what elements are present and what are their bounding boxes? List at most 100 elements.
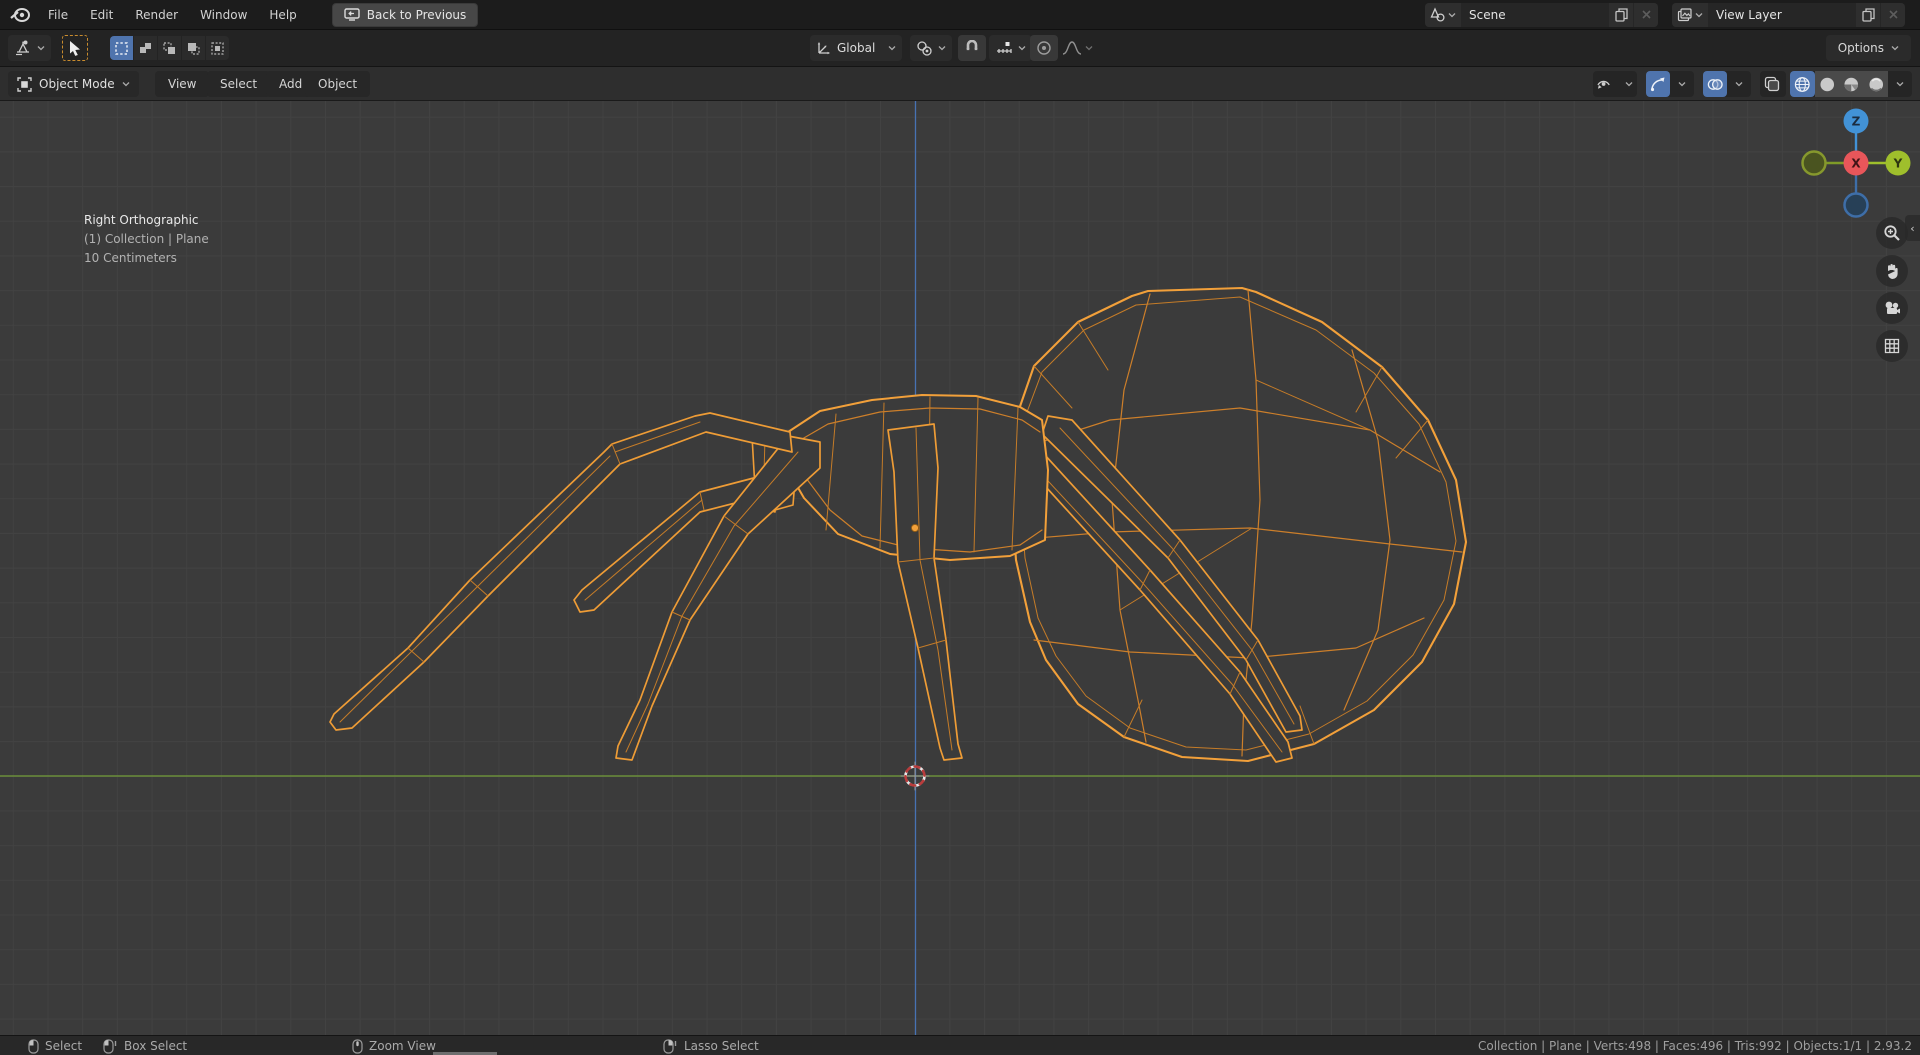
visibility-eye-icon xyxy=(1597,80,1610,89)
select-mode-subtract-button[interactable] xyxy=(158,36,181,60)
gizmo-neg-y-axis-ball[interactable] xyxy=(1801,150,1827,176)
gizmos-toggle-group[interactable] xyxy=(1646,71,1694,97)
falloff-curve-icon xyxy=(1062,41,1082,55)
object-mode-icon xyxy=(17,76,32,92)
viewport-3d[interactable]: Right Orthographic (1) Collection | Plan… xyxy=(0,101,1920,1035)
wireframe-shading-icon xyxy=(1794,76,1810,92)
chevron-down-icon xyxy=(37,46,45,51)
chevron-down-icon xyxy=(1018,46,1026,51)
scene-selector[interactable]: Scene xyxy=(1425,2,1658,27)
gizmo-neg-z-axis-ball[interactable] xyxy=(1843,192,1869,218)
scene-copy-button[interactable] xyxy=(1609,2,1633,27)
snap-increment-icon xyxy=(997,42,1012,53)
viewport-zoom-button[interactable] xyxy=(1876,217,1908,249)
chevron-down-icon xyxy=(122,82,130,87)
viewport-menu-select[interactable]: Select xyxy=(207,71,271,97)
chevron-down-icon xyxy=(1735,82,1743,87)
view-layer-name-field[interactable]: View Layer xyxy=(1708,8,1855,22)
chevron-down-icon xyxy=(1085,46,1093,51)
grid-icon xyxy=(1884,338,1900,354)
select-mode-set-button[interactable] xyxy=(110,36,133,60)
navigation-gizmo[interactable]: Z Y X xyxy=(1800,101,1920,231)
viewport-pan-button[interactable] xyxy=(1876,255,1908,287)
viewport-camera-button[interactable] xyxy=(1876,292,1908,324)
top-menu-bar: File Edit Render Window Help Back to Pre… xyxy=(0,0,1920,30)
menu-help[interactable]: Help xyxy=(258,0,307,30)
mouse-lmb-drag-icon xyxy=(103,1038,117,1054)
scene-delete-button[interactable] xyxy=(1634,2,1658,27)
snap-toggle-button[interactable] xyxy=(958,35,986,61)
mouse-lmb-icon xyxy=(28,1038,39,1054)
duplicate-icon xyxy=(1861,7,1875,22)
shading-rendered-button[interactable] xyxy=(1863,71,1888,97)
view-layer-selector[interactable]: View Layer xyxy=(1672,2,1905,27)
select-mode-intersect-button[interactable] xyxy=(206,36,229,60)
editor-type-selector[interactable] xyxy=(8,35,51,61)
svg-text:X: X xyxy=(1851,157,1861,171)
proportional-editing-toggle[interactable] xyxy=(1030,35,1058,61)
shading-material-button[interactable] xyxy=(1839,71,1864,97)
menu-file[interactable]: File xyxy=(37,0,79,30)
tool-settings-bar: Global Options xyxy=(0,30,1920,67)
proportional-circle-icon xyxy=(1037,41,1051,55)
chevron-down-icon xyxy=(1695,12,1703,17)
scene-name-field[interactable]: Scene xyxy=(1461,8,1608,22)
proportional-falloff-selector[interactable] xyxy=(1062,35,1093,61)
status-bar: Select Box Select Zoom View Lasso Select… xyxy=(0,1035,1920,1055)
mode-selector[interactable]: Object Mode xyxy=(8,71,139,97)
object-origin-dot[interactable] xyxy=(910,523,920,533)
chevron-down-icon xyxy=(888,46,896,51)
view-name-label: Right Orthographic xyxy=(84,213,199,227)
select-mode-extend-button[interactable] xyxy=(134,36,157,60)
shading-wireframe-button[interactable] xyxy=(1790,71,1815,97)
shading-mode-group xyxy=(1790,71,1912,97)
view-layer-icon xyxy=(1677,7,1692,21)
back-to-previous-button[interactable]: Back to Previous xyxy=(331,2,479,27)
show-gizmos-button[interactable] xyxy=(1646,71,1670,97)
active-object-label: (1) Collection | Plane xyxy=(84,232,209,246)
blender-window: Right Orthographic (1) Collection | Plan… xyxy=(0,0,1920,1055)
viewport-menu-object[interactable]: Object xyxy=(305,71,371,97)
select-mode-invert-button[interactable] xyxy=(182,36,205,60)
transform-orientation-selector[interactable]: Global xyxy=(810,35,902,61)
cursor-arrow-icon xyxy=(70,41,80,56)
menu-render[interactable]: Render xyxy=(124,0,189,30)
viewport-ortho-toggle-button[interactable] xyxy=(1876,330,1908,362)
overlays-toggle-group[interactable] xyxy=(1703,71,1751,97)
editor-3d-viewport-icon xyxy=(16,40,29,56)
chevron-down-icon xyxy=(1896,82,1904,87)
svg-text:Y: Y xyxy=(1893,157,1903,171)
rendered-shading-icon xyxy=(1868,77,1883,91)
chevron-down-icon xyxy=(1625,82,1633,87)
view-layer-copy-button[interactable] xyxy=(1856,2,1880,27)
menu-window[interactable]: Window xyxy=(189,0,258,30)
svg-text:Z: Z xyxy=(1852,115,1861,129)
back-screen-icon xyxy=(344,8,360,21)
orientation-axes-icon xyxy=(817,42,830,55)
scene-statistics: Collection | Plane | Verts:498 | Faces:4… xyxy=(1477,1039,1912,1053)
options-button[interactable]: Options xyxy=(1825,35,1911,61)
status-hint-lasso-select: Lasso Select xyxy=(663,1036,759,1055)
mouse-rmb-drag-icon xyxy=(663,1038,677,1054)
show-overlays-button[interactable] xyxy=(1703,71,1727,97)
xray-toggle-button[interactable] xyxy=(1760,71,1786,97)
shading-solid-button[interactable] xyxy=(1814,71,1839,97)
pivot-point-selector[interactable] xyxy=(910,35,952,61)
object-visibility-selector[interactable] xyxy=(1593,71,1637,97)
solid-shading-icon xyxy=(1819,77,1834,91)
status-hint-box-select: Box Select xyxy=(103,1036,187,1055)
snap-target-selector[interactable] xyxy=(989,35,1032,61)
cursor-3d[interactable] xyxy=(900,761,930,791)
active-tool-indicator[interactable] xyxy=(62,35,88,61)
spider-front-leg-3[interactable] xyxy=(615,435,821,761)
select-extend-icon xyxy=(140,42,151,53)
blender-logo[interactable] xyxy=(9,4,31,26)
viewport-menu-view[interactable]: View xyxy=(155,71,210,97)
chevron-down-icon xyxy=(938,46,946,51)
status-hint-zoom-view: Zoom View xyxy=(352,1036,436,1055)
chevron-down-icon xyxy=(1678,82,1686,87)
view-layer-delete-button[interactable] xyxy=(1881,2,1905,27)
duplicate-icon xyxy=(1614,7,1628,22)
select-subtract-icon xyxy=(163,41,175,54)
menu-edit[interactable]: Edit xyxy=(79,0,124,30)
